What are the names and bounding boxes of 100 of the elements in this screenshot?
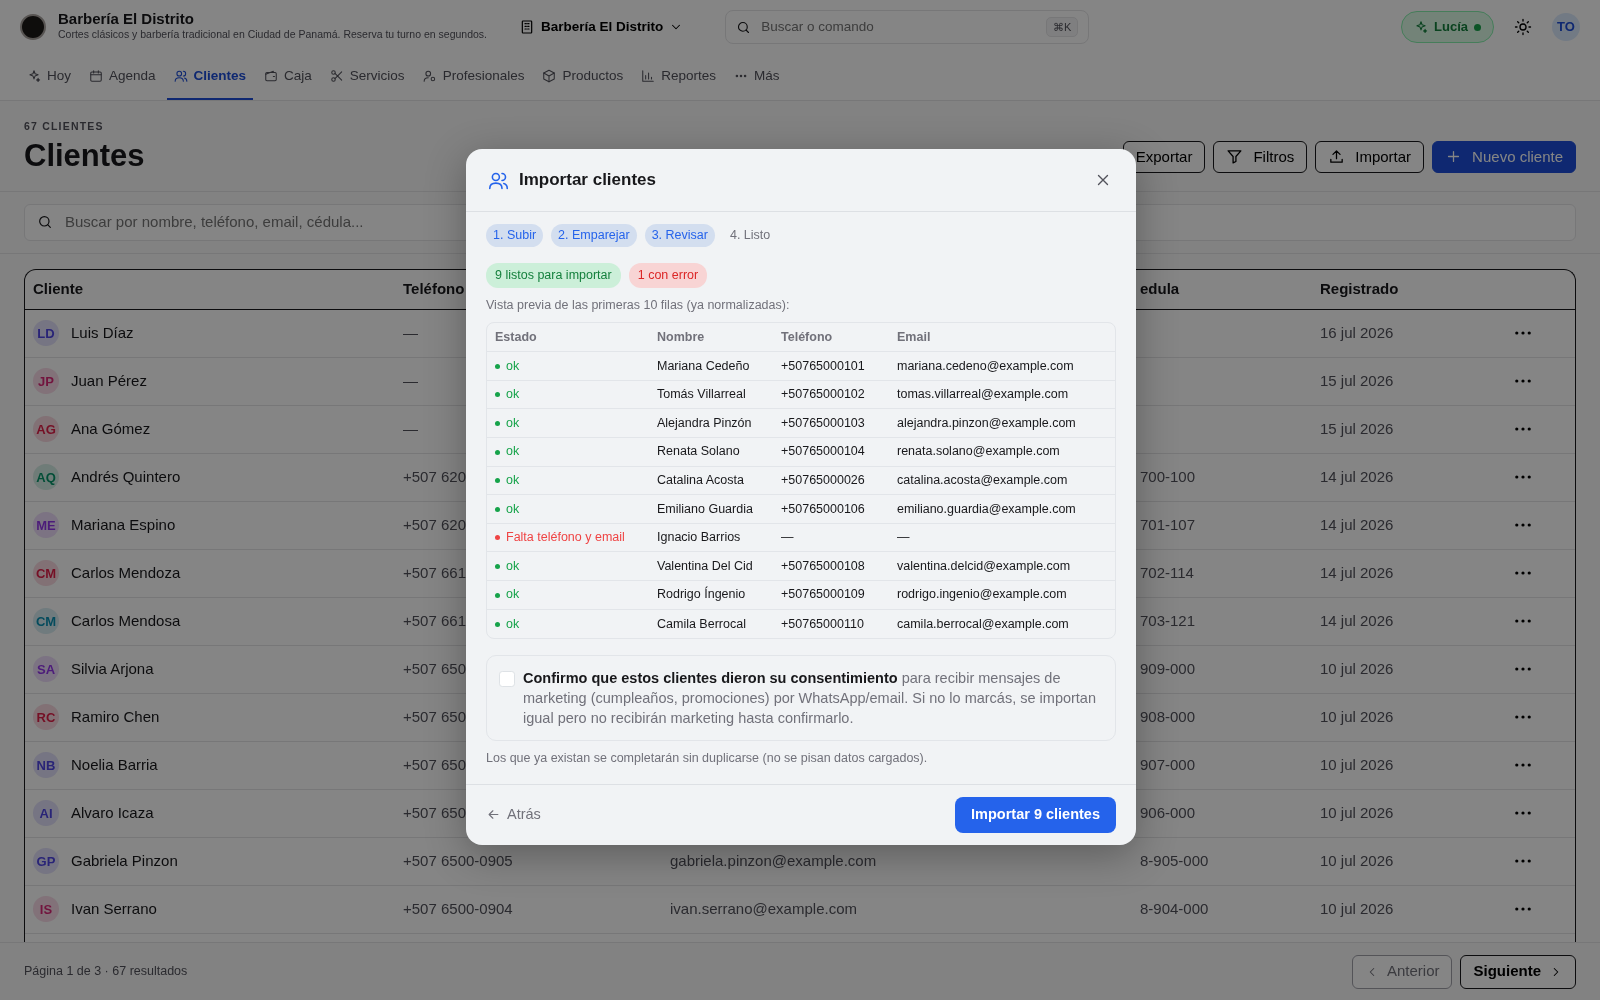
nav-tab[interactable]: Productos xyxy=(535,54,631,100)
row-menu-button[interactable] xyxy=(1515,523,1531,528)
more-icon xyxy=(1515,763,1531,768)
row-menu-button[interactable] xyxy=(1515,379,1531,384)
toolbar-button[interactable]: Filtros xyxy=(1213,140,1308,173)
import-button[interactable]: Importar 9 clientes xyxy=(955,796,1116,833)
row-menu-button[interactable] xyxy=(1515,427,1531,432)
row-menu-button[interactable] xyxy=(1515,667,1531,672)
nav-tab[interactable]: Hoy xyxy=(20,54,78,100)
location-selector[interactable]: Barbería El Distrito xyxy=(513,15,690,39)
phone-cell: +507 6500-0904 xyxy=(403,900,513,918)
phone-cell: — xyxy=(781,530,794,545)
row-menu-button[interactable] xyxy=(1515,475,1531,480)
nav-tab[interactable]: Reportes xyxy=(634,54,723,100)
email-cell: rodrigo.ingenio@example.com xyxy=(897,587,1067,602)
wallet-icon xyxy=(264,69,279,83)
phone-cell: +50765000109 xyxy=(781,587,865,602)
status-label: ok xyxy=(495,501,520,516)
nav-tab[interactable]: Clientes xyxy=(166,54,254,100)
cedula-cell: 8-904-000 xyxy=(1140,900,1209,918)
row-menu-button[interactable] xyxy=(1515,571,1531,576)
toolbar-button[interactable]: Importar xyxy=(1315,140,1425,173)
consent-text: Confirmo que estos clientes dieron su consentimiento para recibir mensajes de marketing (cumpleaños, promociones) por WhatsApp/email. Si no lo marcás, se importan igual pero no recibirán marketing hasta confirmarlo. xyxy=(523,669,1097,729)
status-tag: 1 con error xyxy=(628,262,708,288)
step-indicator: 1. Subir xyxy=(486,224,544,247)
name-cell: Mariana Cedeño xyxy=(657,358,750,373)
row-menu-button[interactable] xyxy=(1515,619,1531,624)
nav-tab[interactable]: Agenda xyxy=(82,54,163,100)
client-avatar: LD xyxy=(33,320,59,347)
app-title: Barbería El Distrito xyxy=(58,10,195,28)
name-cell: Rodrigo Íngenio xyxy=(657,587,746,602)
search-field[interactable]: Buscar o comando xyxy=(759,15,1038,39)
client-avatar: CM xyxy=(33,608,59,635)
client-name: Gabriela Pinzon xyxy=(71,851,178,872)
phone-cell: +50765000106 xyxy=(781,501,865,516)
cedula-cell: 909-000 xyxy=(1140,660,1196,678)
email-cell: camila.berrocal@example.com xyxy=(897,616,1069,631)
row-menu-button[interactable] xyxy=(1515,811,1531,816)
theme-toggle[interactable] xyxy=(1514,18,1532,36)
status-label: ok xyxy=(495,444,520,459)
name-cell: Alejandra Pinzón xyxy=(657,415,752,430)
step-indicator: 4. Listo xyxy=(728,227,772,244)
client-avatar: AG xyxy=(33,416,59,443)
email-cell: mariana.cedeno@example.com xyxy=(897,358,1074,373)
phone-cell: — xyxy=(403,420,418,438)
date-cell: 14 jul 2026 xyxy=(1320,564,1394,582)
client-avatar: GP xyxy=(33,848,59,875)
client-avatar: NB xyxy=(33,752,59,779)
column-header: Email xyxy=(897,329,931,344)
search-icon xyxy=(37,214,53,231)
status-label: ok xyxy=(495,587,520,602)
consent-checkbox[interactable] xyxy=(499,671,515,688)
column-header: Registrado xyxy=(1320,280,1399,298)
next-button[interactable]: Siguiente xyxy=(1460,954,1576,989)
cedula-cell: 908-000 xyxy=(1140,708,1196,726)
sparkle-icon xyxy=(27,69,41,83)
date-cell: 10 jul 2026 xyxy=(1320,900,1394,918)
email-cell: catalina.acosta@example.com xyxy=(897,473,1068,488)
bar-chart-icon xyxy=(641,69,656,83)
row-menu-button[interactable] xyxy=(1515,859,1531,864)
name-cell: Camila Berrocal xyxy=(657,616,746,631)
more-icon xyxy=(1515,907,1531,912)
client-name: Carlos Mendoza xyxy=(71,563,181,584)
back-button[interactable]: Atrás xyxy=(486,804,541,826)
row-menu-button[interactable] xyxy=(1515,715,1531,720)
nav-tab[interactable]: Profesionales xyxy=(415,54,532,100)
phone-cell: +507 661 xyxy=(403,564,466,582)
client-name: Juan Pérez xyxy=(71,371,147,392)
assistant-button[interactable]: Lucía xyxy=(1401,11,1494,43)
more-icon xyxy=(1515,811,1531,816)
more-icon xyxy=(1515,379,1531,384)
email-cell: — xyxy=(897,530,910,545)
user-avatar[interactable]: TO xyxy=(1552,13,1580,41)
email-cell: alejandra.pinzon@example.com xyxy=(897,415,1076,430)
new-client-button[interactable]: Nuevo cliente xyxy=(1432,140,1576,173)
page-title: Clientes xyxy=(24,138,145,173)
dialog-title: Importar clientes xyxy=(519,169,657,191)
filter-icon xyxy=(1226,148,1244,166)
row-menu-button[interactable] xyxy=(1515,331,1531,336)
client-avatar: RC xyxy=(33,704,59,731)
email-cell: ivan.serrano@example.com xyxy=(670,900,857,918)
row-menu-button[interactable] xyxy=(1515,907,1531,912)
search-icon xyxy=(736,19,752,35)
nav-tab[interactable]: Caja xyxy=(257,54,319,100)
cedula-cell: 700-100 xyxy=(1140,468,1196,486)
status-label: ok xyxy=(495,415,520,430)
upload-icon xyxy=(1328,148,1346,166)
toolbar-button[interactable]: Exportar xyxy=(1122,140,1206,173)
step-indicator: 2. Emparejar xyxy=(551,224,637,247)
more-icon xyxy=(1515,475,1531,480)
row-menu-button[interactable] xyxy=(1515,763,1531,768)
client-name: Alvaro Icaza xyxy=(71,803,154,824)
nav-tab[interactable]: Más xyxy=(727,54,787,100)
cedula-cell: 906-000 xyxy=(1140,804,1196,822)
client-avatar: SA xyxy=(33,656,59,683)
phone-cell: +507 620 xyxy=(403,516,466,534)
date-cell: 14 jul 2026 xyxy=(1320,468,1394,486)
client-avatar: AQ xyxy=(33,464,59,491)
search-box[interactable]: Buscar o comando ⌘K xyxy=(725,10,1090,44)
nav-tab[interactable]: Servicios xyxy=(322,54,412,100)
